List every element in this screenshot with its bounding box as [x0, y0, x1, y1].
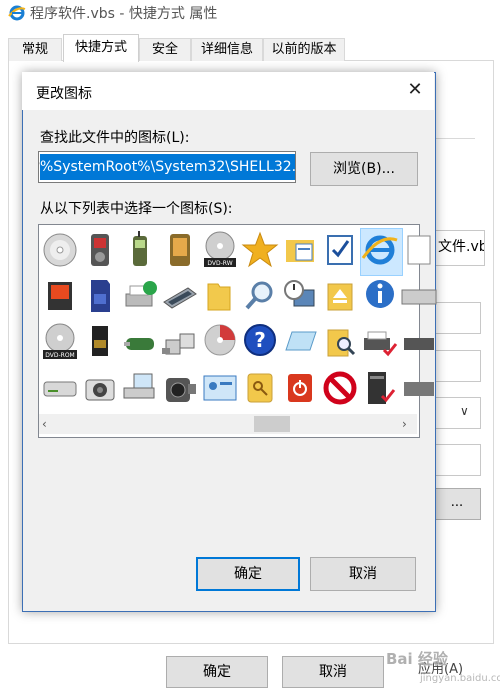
memory-card-icon[interactable] [80, 320, 120, 364]
start-in-field[interactable] [433, 302, 481, 334]
keyboard-icon-partial[interactable] [400, 274, 440, 318]
shortcut-key-field[interactable] [433, 350, 481, 382]
checklist-icon[interactable] [320, 228, 360, 272]
target-field[interactable]: 文件.vbs [433, 230, 485, 266]
ie-app-icon [8, 5, 26, 21]
svg-text:?: ? [254, 328, 266, 352]
scroll-left-icon[interactable]: ‹ [42, 414, 47, 434]
dvd-rw-label: DVD-RW [207, 260, 232, 267]
ok-button[interactable]: 确定 [196, 557, 300, 591]
cancel-button[interactable]: 取消 [310, 557, 416, 591]
camera-icon[interactable] [80, 366, 120, 410]
video-camera-icon[interactable] [160, 366, 200, 410]
path-selection-text: %SystemRoot%\System32\SHELL32.dll [40, 154, 295, 180]
hard-drive-icon[interactable] [40, 366, 80, 410]
prohibited-icon[interactable] [320, 366, 360, 410]
search-folder-icon[interactable] [320, 320, 360, 364]
window-icon[interactable] [280, 320, 320, 364]
dvd-rw-icon[interactable]: DVD-RW [200, 228, 240, 272]
find-icons-label: 查找此文件中的图标(L): [40, 130, 190, 146]
device-icon-partial[interactable] [400, 366, 440, 410]
more-button[interactable]: ... [433, 488, 481, 520]
server-check-icon[interactable] [360, 366, 400, 410]
dialog-title: 更改图标 [36, 86, 92, 102]
usb-drive-icon[interactable] [120, 320, 160, 364]
window-cancel-button[interactable]: 取消 [282, 656, 384, 688]
close-icon[interactable]: ✕ [404, 78, 426, 102]
mp3-player-icon[interactable] [80, 228, 120, 272]
divider [435, 138, 475, 139]
cd-disc-icon[interactable] [40, 228, 80, 272]
control-panel-icon[interactable] [200, 366, 240, 410]
printer-check-icon[interactable] [360, 320, 400, 364]
folder-icon[interactable] [200, 274, 240, 318]
dvd-rom-label: DVD-ROM [45, 352, 74, 359]
window-ok-button[interactable]: 确定 [166, 656, 268, 688]
scanner-icon[interactable] [160, 274, 200, 318]
calendar-folder-icon[interactable] [280, 228, 320, 272]
compact-flash-icon[interactable] [40, 274, 80, 318]
network-printer-icon[interactable] [120, 274, 160, 318]
help-icon[interactable]: ? [240, 320, 280, 364]
tab-shortcut[interactable]: 快捷方式 [63, 34, 139, 62]
mobile-phone-icon[interactable] [120, 228, 160, 272]
scrollbar-thumb[interactable] [254, 416, 290, 432]
power-icon[interactable] [280, 366, 320, 410]
dvd-rom-icon[interactable]: DVD-ROM [40, 320, 80, 364]
run-dropdown[interactable] [433, 397, 481, 429]
internet-explorer-icon[interactable] [360, 228, 400, 272]
star-icon[interactable] [240, 228, 280, 272]
network-devices-icon[interactable] [160, 320, 200, 364]
tab-general[interactable]: 常规 [8, 38, 62, 61]
key-icon[interactable] [240, 366, 280, 410]
clock-monitor-icon[interactable] [280, 274, 320, 318]
info-icon[interactable] [360, 274, 400, 318]
browse-button[interactable]: 浏览(B)... [310, 152, 418, 186]
eject-icon[interactable] [320, 274, 360, 318]
chevron-down-icon: ∨ [460, 404, 469, 418]
tab-previous-versions[interactable]: 以前的版本 [263, 38, 345, 61]
watermark-subtext: jingyan.baidu.com [420, 673, 500, 684]
watermark-text: Bai 经验 [386, 650, 448, 668]
tab-security[interactable]: 安全 [139, 38, 191, 61]
document-icon-partial[interactable] [400, 228, 440, 272]
window-title: 程序软件.vbs - 快捷方式 属性 [30, 6, 218, 22]
printer-icon-partial[interactable] [400, 320, 440, 364]
sd-card-icon[interactable] [80, 274, 120, 318]
comment-field[interactable] [433, 444, 481, 476]
scroll-right-icon[interactable]: › [402, 414, 407, 434]
disc-burn-icon[interactable] [200, 320, 240, 364]
pda-icon[interactable] [160, 228, 200, 272]
tab-details[interactable]: 详细信息 [191, 38, 263, 61]
magnifier-icon[interactable] [240, 274, 280, 318]
horizontal-scrollbar[interactable] [39, 414, 417, 434]
select-icon-label: 从以下列表中选择一个图标(S): [40, 201, 233, 217]
computer-icon[interactable] [120, 366, 160, 410]
